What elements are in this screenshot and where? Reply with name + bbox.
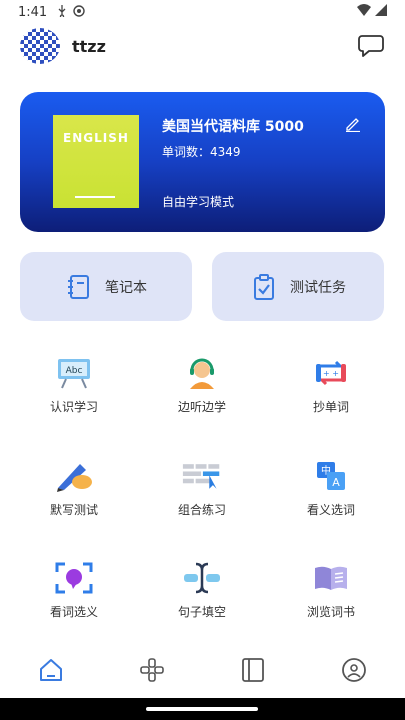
grid-label: 看义选词 (306, 503, 355, 517)
grid-item-recognize[interactable]: Abc 认识学习 (14, 356, 134, 416)
word-count: 单词数：4349 (162, 145, 241, 159)
book-name: 美国当代语料库 5000 (162, 119, 304, 135)
book-panel-icon (242, 658, 265, 682)
edit-button[interactable] (345, 116, 363, 134)
grid-item-sentence-fill[interactable]: 句子填空 (142, 561, 262, 621)
usb-icon (57, 4, 67, 20)
notebook-icon (68, 274, 89, 299)
book-card[interactable]: ENGLISH 美国当代语料库 5000 单词数：4349 自由学习模式 (20, 92, 385, 232)
pencil-icon (346, 118, 360, 133)
grid-label: 认识学习 (49, 400, 98, 414)
grid-item-meaning-to-word[interactable]: 中 A 看义选词 (271, 459, 391, 519)
grid-item-combo[interactable]: 组合练习 (142, 459, 262, 519)
nav-library[interactable] (233, 650, 273, 690)
notebook-label: 笔记本 (105, 279, 147, 296)
test-tasks-label: 测试任务 (290, 279, 346, 296)
text-cursor-icon (182, 561, 222, 595)
grid-label: 边听边学 (177, 400, 226, 414)
keyboard-pointer-icon (182, 459, 222, 493)
grid-item-copy-words[interactable]: + + 抄单词 (271, 356, 391, 416)
test-tasks-button[interactable]: 测试任务 (212, 252, 384, 321)
notebook-button[interactable]: 笔记本 (20, 252, 192, 321)
abc-board-icon: Abc (54, 356, 94, 390)
nav-home[interactable] (31, 650, 71, 690)
study-mode: 自由学习模式 (162, 195, 235, 209)
home-indicator[interactable] (146, 707, 258, 711)
chat-bubble-icon (358, 35, 384, 57)
svg-text:A: A (332, 476, 340, 489)
translate-icon: 中 A (311, 459, 351, 493)
signal-icon (375, 4, 387, 20)
grid-item-word-to-meaning[interactable]: 看词选义 (14, 561, 134, 621)
cover-title: ENGLISH (63, 131, 129, 145)
avatar[interactable] (20, 28, 60, 64)
scan-bubble-icon (54, 561, 94, 595)
status-bar: 1:41 (0, 0, 405, 24)
grid-label: 句子填空 (177, 605, 226, 619)
grid-label: 看词选义 (49, 605, 98, 619)
profile-icon (342, 658, 367, 682)
home-icon (39, 659, 62, 681)
grid-label: 抄单词 (312, 400, 349, 414)
header: ttzz (20, 28, 386, 64)
bottom-nav (0, 646, 405, 694)
status-time: 1:41 (18, 4, 48, 20)
username: ttzz (72, 36, 106, 56)
gamepad-icon (140, 658, 164, 682)
grid-item-browse-book[interactable]: 浏览词书 (271, 561, 391, 621)
nav-games[interactable] (132, 650, 172, 690)
grid-label: 组合练习 (177, 503, 226, 517)
gesture-bar (0, 698, 405, 720)
nav-profile[interactable] (334, 650, 374, 690)
sync-icon (73, 4, 85, 20)
svg-text:Abc: Abc (66, 366, 83, 376)
svg-text:+ +: + + (323, 369, 339, 378)
grid-label: 浏览词书 (306, 605, 355, 619)
message-button[interactable] (356, 31, 386, 61)
grid-item-dictation[interactable]: 默写测试 (14, 459, 134, 519)
wifi-icon (357, 4, 371, 20)
grid-label: 默写测试 (49, 503, 98, 517)
grid-item-listen[interactable]: 边听边学 (142, 356, 262, 416)
cover-line (75, 196, 115, 198)
headphones-person-icon (182, 356, 222, 390)
open-book-icon (311, 561, 351, 595)
book-cover: ENGLISH (53, 115, 139, 208)
copy-swap-icon: + + (311, 356, 351, 390)
clipboard-check-icon (254, 273, 274, 300)
pencil-hand-icon (54, 459, 94, 493)
